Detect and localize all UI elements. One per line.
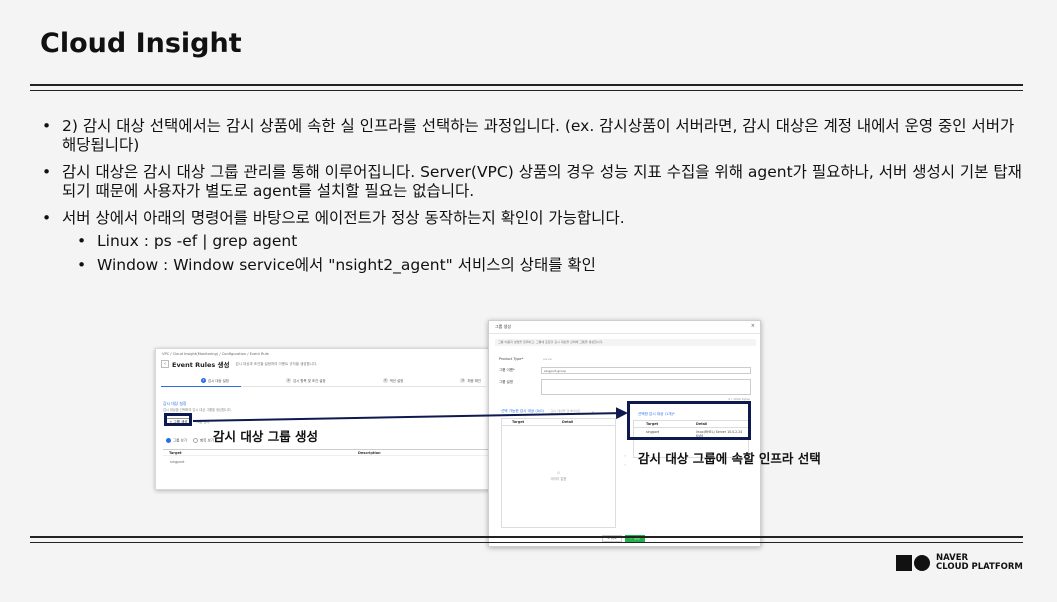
- naver-cloud-logo: NAVER CLOUD PLATFORM: [896, 554, 1023, 572]
- logo-line-2: CLOUD PLATFORM: [936, 562, 1023, 572]
- connector-line: [192, 407, 628, 422]
- connector-arrow: [192, 407, 628, 422]
- bottom-rule-thin: [30, 542, 1023, 543]
- slide: Cloud Insight 2) 감시 대상 선택에서는 감시 상품에 속한 실…: [0, 0, 1057, 602]
- logo-text: NAVER CLOUD PLATFORM: [936, 554, 1023, 572]
- bottom-rule: [30, 536, 1023, 538]
- logo-mark-icon: [896, 555, 930, 571]
- callout-select-infra: 감시 대상 그룹에 속할 인프라 선택: [638, 451, 821, 466]
- callout-create-group: 감시 대상 그룹 생성: [213, 429, 319, 444]
